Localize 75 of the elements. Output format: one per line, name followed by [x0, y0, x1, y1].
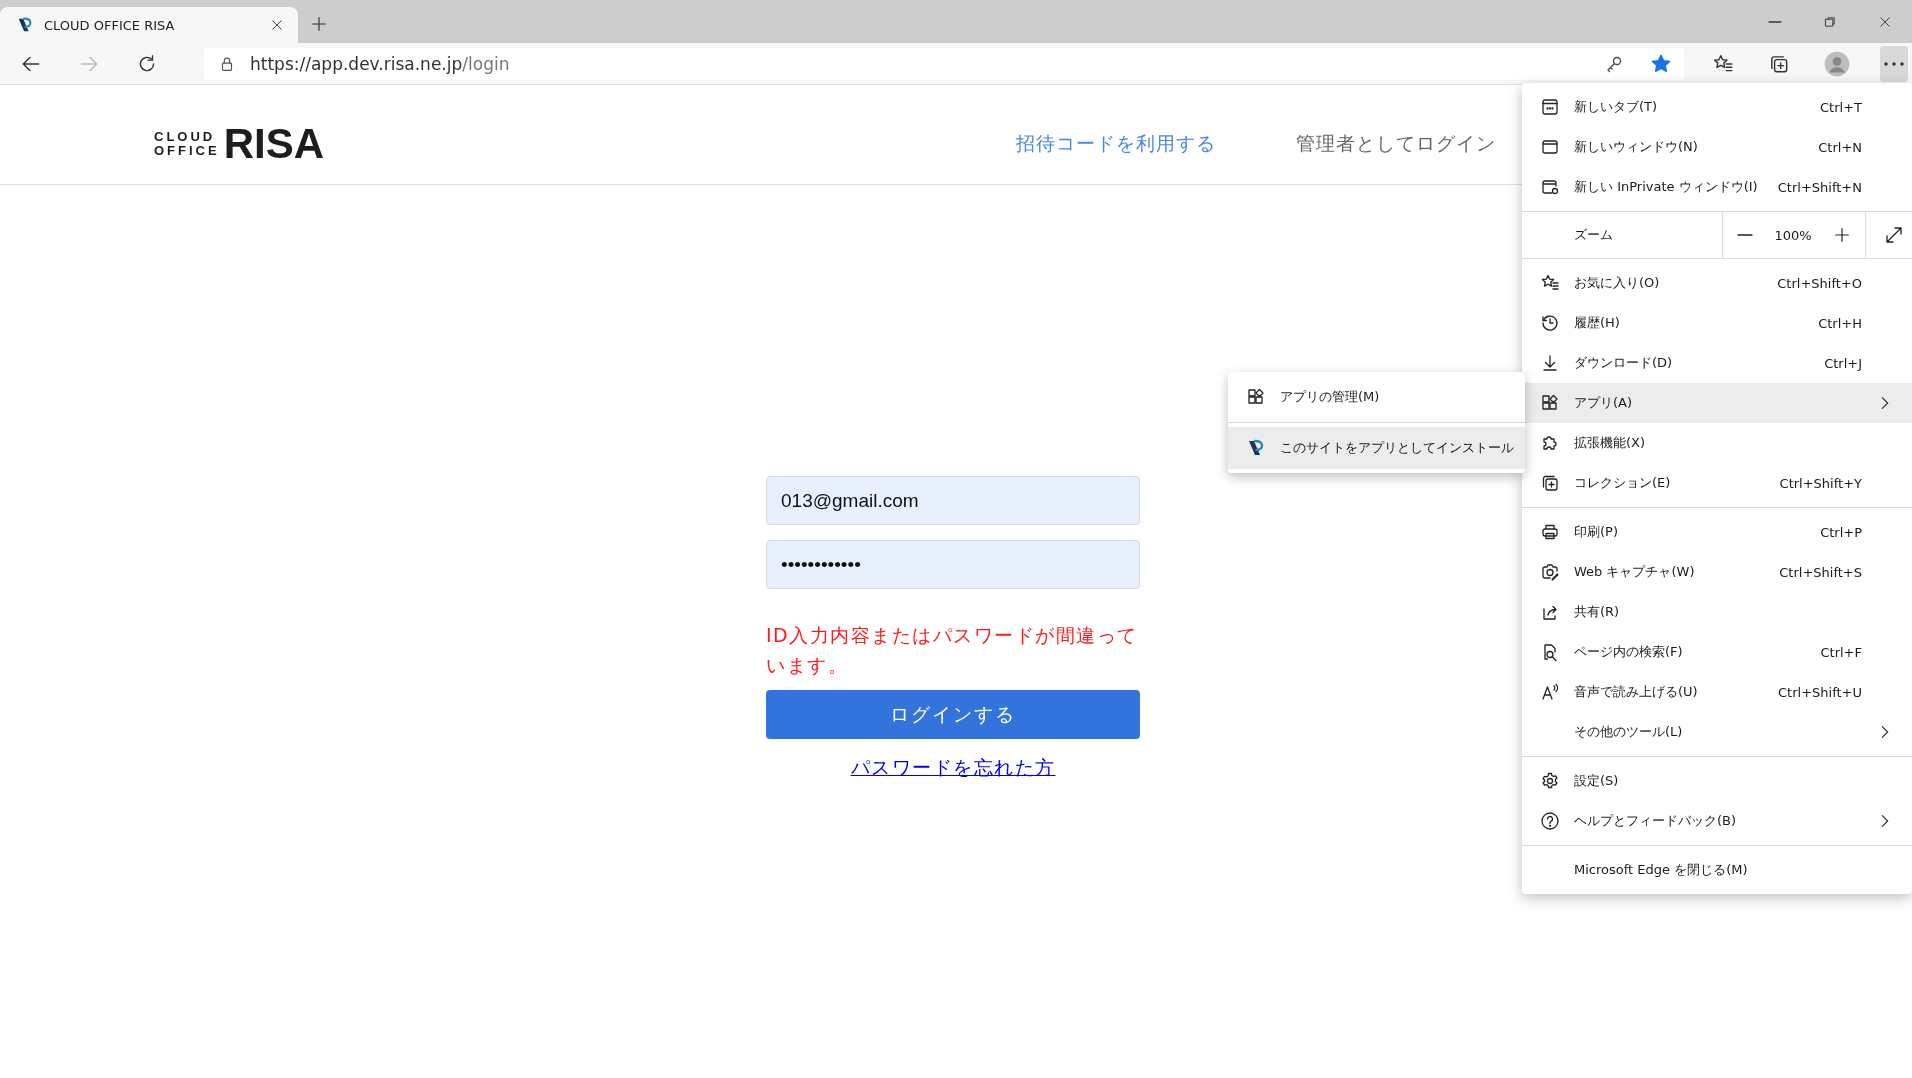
shortcut-text: Ctrl+T [1820, 99, 1862, 115]
close-icon [270, 18, 284, 32]
shortcut-text: Ctrl+Shift+O [1777, 275, 1862, 291]
shortcut-text: Ctrl+Shift+S [1779, 564, 1862, 580]
menu-item[interactable]: Microsoft Edge を閉じる(M) [1522, 850, 1912, 890]
menu-item[interactable]: 新しいタブ(T) Ctrl+T [1522, 87, 1912, 127]
shortcut-text: Ctrl+Shift+N [1777, 179, 1862, 195]
menu-item[interactable]: アプリの管理(M) [1228, 376, 1525, 418]
nav-link[interactable]: 招待コードを利用する [1016, 130, 1216, 157]
app-logo-icon [16, 16, 34, 34]
more-button[interactable] [1880, 45, 1908, 82]
minus-icon [1737, 234, 1753, 236]
read-aloud-icon [1540, 682, 1560, 702]
nav-link[interactable]: 管理者としてログイン [1296, 130, 1496, 157]
zoom-label: ズーム [1573, 226, 1614, 244]
error-message: ID入力内容またはパスワードが間違っています。 [766, 623, 1139, 678]
puzzle-icon [1540, 433, 1560, 453]
printer-icon [1540, 522, 1560, 542]
shortcut-text: Ctrl+Shift+Y [1779, 475, 1862, 491]
menu-item[interactable]: このサイトをアプリとしてインストール [1228, 427, 1525, 469]
star-list-icon [1540, 273, 1560, 293]
menu-item[interactable]: 新しい InPrivate ウィンドウ(I) Ctrl+Shift+N [1522, 167, 1912, 207]
camera-icon [1540, 562, 1560, 582]
star-icon[interactable] [1650, 52, 1672, 75]
forgot-password-link[interactable]: パスワードを忘れた方 [850, 755, 1056, 781]
plus-icon [310, 15, 328, 33]
apps-icon [1540, 393, 1560, 413]
url-text: https://app.dev.risa.ne.jp/login [250, 53, 511, 74]
logo-text: CLOUD [154, 129, 217, 144]
close-icon [1877, 14, 1892, 29]
history-icon [1540, 313, 1560, 333]
browser-tab[interactable]: CLOUD OFFICE RISA [0, 7, 298, 43]
plus-icon [1833, 226, 1851, 244]
menu-item[interactable]: 新しいウィンドウ(N) Ctrl+N [1522, 127, 1912, 167]
tab-icon [1540, 97, 1560, 117]
avatar-icon [1824, 50, 1850, 77]
menu-item[interactable]: 履歴(H) Ctrl+H [1522, 303, 1912, 343]
shortcut-text: Ctrl+N [1818, 139, 1862, 155]
shortcut-text: Ctrl+H [1818, 315, 1862, 331]
collections-icon [1540, 473, 1560, 493]
more-icon [1884, 61, 1904, 66]
menu-item[interactable]: アプリ(A) [1522, 383, 1912, 423]
email-field[interactable]: 013@gmail.com [766, 476, 1140, 525]
tab-title: CLOUD OFFICE RISA [44, 17, 176, 33]
settings-icon [1540, 771, 1560, 791]
shortcut-text: Ctrl+Shift+U [1778, 684, 1862, 700]
menu-item[interactable]: コレクション(E) Ctrl+Shift+Y [1522, 463, 1912, 503]
menu-item[interactable]: 音声で読み上げる(U) Ctrl+Shift+U [1522, 672, 1912, 712]
menu-item[interactable]: Web キャプチャ(W) Ctrl+Shift+S [1522, 552, 1912, 592]
menu-item[interactable]: ダウンロード(D) Ctrl+J [1522, 343, 1912, 383]
shortcut-text: Ctrl+F [1820, 644, 1862, 660]
logo-wordmark: RISA [223, 122, 325, 165]
help-icon [1540, 811, 1560, 831]
login-button[interactable]: ログインする [766, 690, 1140, 739]
logo-text: OFFICE [154, 143, 220, 158]
password-field[interactable]: •••••••••••• [766, 540, 1140, 589]
minimize-icon [1767, 20, 1782, 23]
zoom-level: 100% [1773, 227, 1813, 243]
shortcut-text: Ctrl+J [1824, 355, 1862, 371]
menu-item[interactable]: 設定(S) [1522, 761, 1912, 801]
shortcut-text: Ctrl+P [1820, 524, 1862, 540]
apps-icon [1246, 387, 1266, 407]
private-window-icon [1540, 177, 1560, 197]
menu-item[interactable]: お気に入り(O) Ctrl+Shift+O [1522, 263, 1912, 303]
menu-item[interactable]: 共有(R) [1522, 592, 1912, 632]
restore-icon [1822, 14, 1837, 29]
menu-item[interactable]: 印刷(P) Ctrl+P [1522, 512, 1912, 552]
address-bar[interactable]: https://app.dev.risa.ne.jp/login [204, 47, 1684, 80]
menu-item[interactable]: 拡張機能(X) [1522, 423, 1912, 463]
menu-item[interactable]: その他のツール(L) [1522, 712, 1912, 752]
app-logo-icon [1246, 438, 1266, 458]
menu-item[interactable]: ページ内の検索(F) Ctrl+F [1522, 632, 1912, 672]
window-icon [1540, 137, 1560, 157]
menu-item[interactable]: ヘルプとフィードバック(B) [1522, 801, 1912, 841]
expand-icon [1884, 225, 1904, 245]
